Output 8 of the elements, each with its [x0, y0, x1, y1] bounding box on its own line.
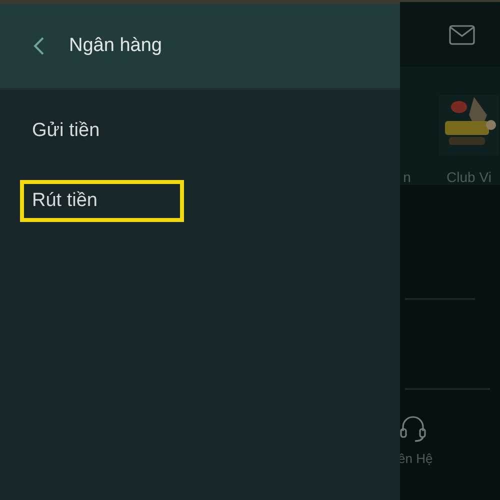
mail-icon[interactable]	[449, 24, 475, 44]
game-label[interactable]: n	[403, 169, 411, 185]
headset-icon[interactable]	[398, 413, 428, 443]
back-icon[interactable]	[33, 36, 45, 56]
menu-item[interactable]: Rút tiền	[20, 180, 184, 222]
game-label[interactable]: Club Vi	[446, 169, 492, 185]
menu-item[interactable]: Gửi tiền	[20, 110, 184, 152]
drawer-title: Ngân hàng	[69, 35, 162, 57]
